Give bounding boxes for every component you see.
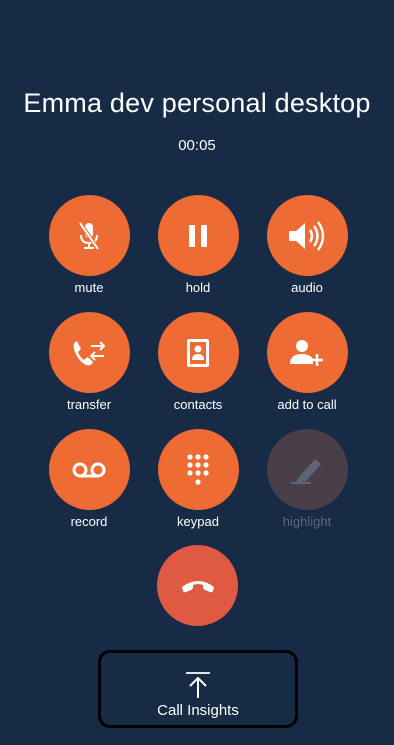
hang-up-icon [181,580,214,592]
record-button[interactable] [48,429,130,510]
mute-button[interactable] [48,195,130,276]
audio-control: audio [252,195,362,305]
hold-button[interactable] [157,195,239,276]
keypad-label: keypad [177,514,219,529]
transfer-label: transfer [66,397,112,412]
record-control: record [34,429,144,539]
transfer-control: transfer [34,312,144,422]
caller-name: Emma dev personal desktop [23,88,371,118]
keypad-button[interactable] [157,429,239,510]
add-person-icon [290,339,323,366]
audio-label: audio [291,280,323,295]
transfer-icon [73,340,106,365]
speaker-icon [289,220,325,251]
arrow-up-to-line-icon [186,672,210,698]
call-insights-button[interactable]: Call Insights [98,650,298,728]
mute-control: mute [34,195,144,305]
add-to-call-label: add to call [277,397,337,412]
hold-control: hold [143,195,253,305]
record-label: record [70,514,108,529]
transfer-button[interactable] [48,312,130,393]
mic-muted-icon [78,221,100,250]
keypad-control: keypad [143,429,253,539]
hang-up-button[interactable] [157,545,238,626]
add-to-call-control: add to call [252,312,362,422]
call-timer: 00:05 [178,137,216,154]
keypad-icon [187,453,209,485]
pause-icon [189,224,207,247]
contacts-label: contacts [173,397,223,412]
mute-label: mute [74,280,104,295]
highlight-label: highlight [282,514,332,529]
highlight-button [266,429,348,510]
add-to-call-button[interactable] [266,312,348,393]
contacts-control: contacts [143,312,253,422]
voicemail-icon [72,462,106,477]
call-screen: Emma dev personal desktop 00:05 mute hol… [0,0,394,745]
highlight-control: highlight [252,429,362,539]
pen-icon [291,458,321,484]
call-insights-label: Call Insights [157,702,239,719]
hold-label: hold [185,280,211,295]
audio-button[interactable] [266,195,348,276]
contacts-book-icon [187,338,209,367]
contacts-button[interactable] [157,312,239,393]
